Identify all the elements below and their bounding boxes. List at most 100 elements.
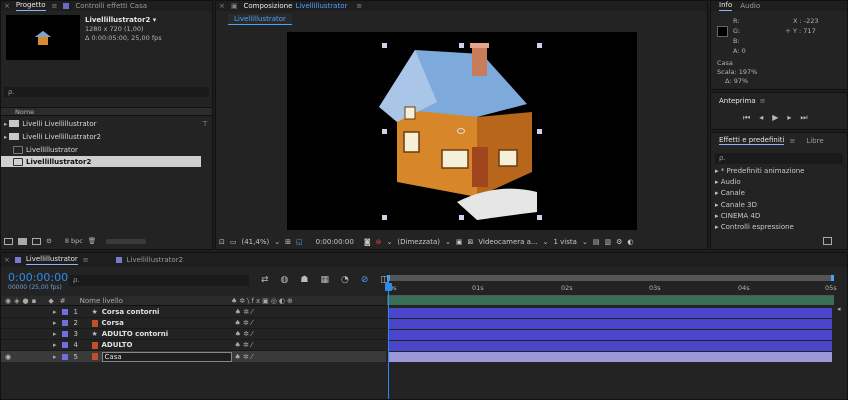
chevron-down-icon[interactable]: ⌄ xyxy=(274,238,280,246)
comp-canvas[interactable] xyxy=(287,32,637,230)
menu-icon[interactable]: ≡ xyxy=(789,137,795,145)
zoom-select[interactable]: (41,4%) xyxy=(242,238,270,246)
work-area-range[interactable] xyxy=(387,296,834,305)
effects-search-input[interactable]: ρ. xyxy=(715,153,843,164)
chevron-down-icon[interactable]: ⌄ xyxy=(387,238,393,246)
menu-icon[interactable]: ≡ xyxy=(52,2,58,10)
new-folder-icon[interactable] xyxy=(18,237,27,245)
tab-info[interactable]: Info xyxy=(719,1,732,11)
effects-category[interactable]: ▸ Canale 3D xyxy=(715,200,804,211)
monitor-icon[interactable]: ▭ xyxy=(230,238,237,246)
play-icon[interactable]: ▶ xyxy=(772,113,778,123)
next-frame-icon[interactable]: ▸ xyxy=(787,113,791,123)
timeline-search-input[interactable]: ρ. xyxy=(69,275,249,286)
layer-bar[interactable] xyxy=(389,341,832,351)
resolution-select[interactable]: (Dimezzata) xyxy=(397,238,440,246)
layer-bar-selected[interactable] xyxy=(389,352,832,362)
handle[interactable] xyxy=(537,215,542,220)
lock-icon[interactable]: ▣ xyxy=(231,2,238,10)
chevron-right-icon[interactable]: ▸ xyxy=(4,133,7,141)
project-name-header[interactable]: Nome xyxy=(1,107,212,116)
snapshot-icon[interactable]: ▥ xyxy=(604,238,611,246)
time-ruler[interactable]: 0s 01s 02s 03s 04s 05s xyxy=(387,282,837,296)
channel-icon[interactable]: ⊗ xyxy=(376,238,382,246)
tab-project[interactable]: Progetto xyxy=(16,1,46,11)
tab-effect-controls[interactable]: Controlli effetti Casa xyxy=(75,2,147,10)
project-item[interactable]: Livellillustrator xyxy=(1,144,212,155)
chevron-right-icon[interactable]: ▸ xyxy=(53,308,57,316)
tab-composition[interactable]: Composizione Livellillustrator xyxy=(244,2,351,10)
lock-icon[interactable]: ▪ xyxy=(32,297,37,305)
chevron-down-icon[interactable]: ⌄ xyxy=(582,238,588,246)
first-frame-icon[interactable]: ⏮ xyxy=(743,113,750,123)
scroll-track[interactable] xyxy=(106,238,147,244)
playhead[interactable] xyxy=(388,275,389,399)
handle[interactable] xyxy=(382,43,387,48)
comp-flowchart-icon[interactable]: ⇄ xyxy=(261,275,269,285)
menu-icon[interactable]: ≡ xyxy=(83,256,89,264)
layer-switches[interactable]: ♠ ✲ ⁄ xyxy=(235,330,253,338)
audio-icon[interactable]: ◈ xyxy=(14,297,19,305)
layer-row[interactable]: ▸ 3 ★ ADULTO contorni ♠ ✲ ⁄ xyxy=(1,329,386,340)
label-icon[interactable]: ◆ xyxy=(48,297,53,305)
magnify-icon[interactable]: ⊡ xyxy=(219,238,225,246)
frame-blend-icon[interactable]: ▦ xyxy=(320,275,329,285)
current-time[interactable]: 0:00:00:00 xyxy=(8,271,68,284)
effects-category[interactable]: ▸ Audio xyxy=(715,177,804,188)
solo-icon[interactable]: ● xyxy=(23,297,29,305)
camera-select[interactable]: Videocamera a... xyxy=(478,238,537,246)
label-color[interactable] xyxy=(61,309,68,315)
timecode-display[interactable]: 0:00:00:00 xyxy=(316,238,354,246)
camera-icon[interactable]: ◙ xyxy=(364,238,371,246)
tab-effects[interactable]: Effetti e predefiniti xyxy=(719,136,785,145)
close-icon[interactable]: × xyxy=(4,2,10,10)
chevron-down-icon[interactable]: ⌄ xyxy=(445,238,451,246)
chevron-right-icon[interactable]: ▸ xyxy=(53,341,57,349)
project-item-selected[interactable]: Livellillustrator2 xyxy=(1,156,201,167)
chevron-right-icon[interactable]: ▸ xyxy=(4,120,7,128)
tab-libraries[interactable]: Libre xyxy=(806,137,823,145)
chevron-right-icon[interactable]: ▸ xyxy=(53,319,57,327)
effects-category[interactable]: ▸ Canale xyxy=(715,188,804,199)
settings-icon[interactable]: ⚙ xyxy=(46,237,52,245)
project-item[interactable]: ▸ Livelli Livellillustrator xyxy=(1,118,212,129)
exposure-icon[interactable]: ◐ xyxy=(627,238,633,246)
label-color[interactable] xyxy=(61,320,68,326)
layer-row[interactable]: ▸ 2 Corsa ♠ ✲ ⁄ xyxy=(1,318,386,329)
tab-timeline-1[interactable]: Livellillustrator xyxy=(26,255,78,265)
layer-row-selected[interactable]: ◉ ▸ 5 Casa ♠ ✲ ⁄ xyxy=(1,351,386,362)
bpc-label[interactable]: 8 bpc xyxy=(65,237,83,245)
layer-switches[interactable]: ♠ ✲ ⁄ xyxy=(235,353,253,361)
mask-icon[interactable]: ◱ xyxy=(296,238,303,246)
tab-audio[interactable]: Audio xyxy=(740,2,760,10)
layer-bar[interactable] xyxy=(389,308,832,318)
grid-icon[interactable]: ⊞ xyxy=(285,238,291,246)
handle[interactable] xyxy=(459,43,464,48)
work-area-bar[interactable] xyxy=(387,275,834,281)
layer-bar[interactable] xyxy=(389,330,832,340)
layer-switches[interactable]: ♠ ✲ ⁄ xyxy=(235,341,253,349)
layer-row[interactable]: ▸ 1 ★ Corsa contorni ♠ ✲ ⁄ xyxy=(1,307,386,318)
eye-icon[interactable]: ◉ xyxy=(5,353,53,361)
toggle-icon[interactable]: ▤ xyxy=(593,238,600,246)
flowchart-icon[interactable]: ⚙ xyxy=(616,238,622,246)
chevron-right-icon[interactable]: ▸ xyxy=(53,330,57,338)
draft-3d-icon[interactable]: ◍ xyxy=(281,275,289,285)
graph-editor-icon[interactable]: ⊘ xyxy=(361,275,369,285)
prev-frame-icon[interactable]: ◂ xyxy=(759,113,763,123)
motion-blur-icon[interactable]: ◔ xyxy=(341,275,349,285)
hierarchy-icon[interactable]: ⊤ xyxy=(202,120,208,128)
project-search-input[interactable]: ρ. xyxy=(4,87,209,97)
label-color[interactable] xyxy=(61,331,68,337)
close-icon[interactable]: × xyxy=(4,256,10,264)
layer-name-field[interactable]: Casa xyxy=(101,351,232,362)
handle[interactable] xyxy=(382,129,387,134)
handle[interactable] xyxy=(459,215,464,220)
trash-icon[interactable]: 🗑 xyxy=(88,237,96,245)
chevron-right-icon[interactable]: ▸ xyxy=(53,353,57,361)
chevron-down-icon[interactable]: ⌄ xyxy=(543,238,549,246)
menu-icon[interactable]: ≡ xyxy=(356,2,362,10)
new-item-icon[interactable] xyxy=(823,237,832,245)
handle[interactable] xyxy=(537,43,542,48)
close-icon[interactable]: × xyxy=(219,2,225,10)
